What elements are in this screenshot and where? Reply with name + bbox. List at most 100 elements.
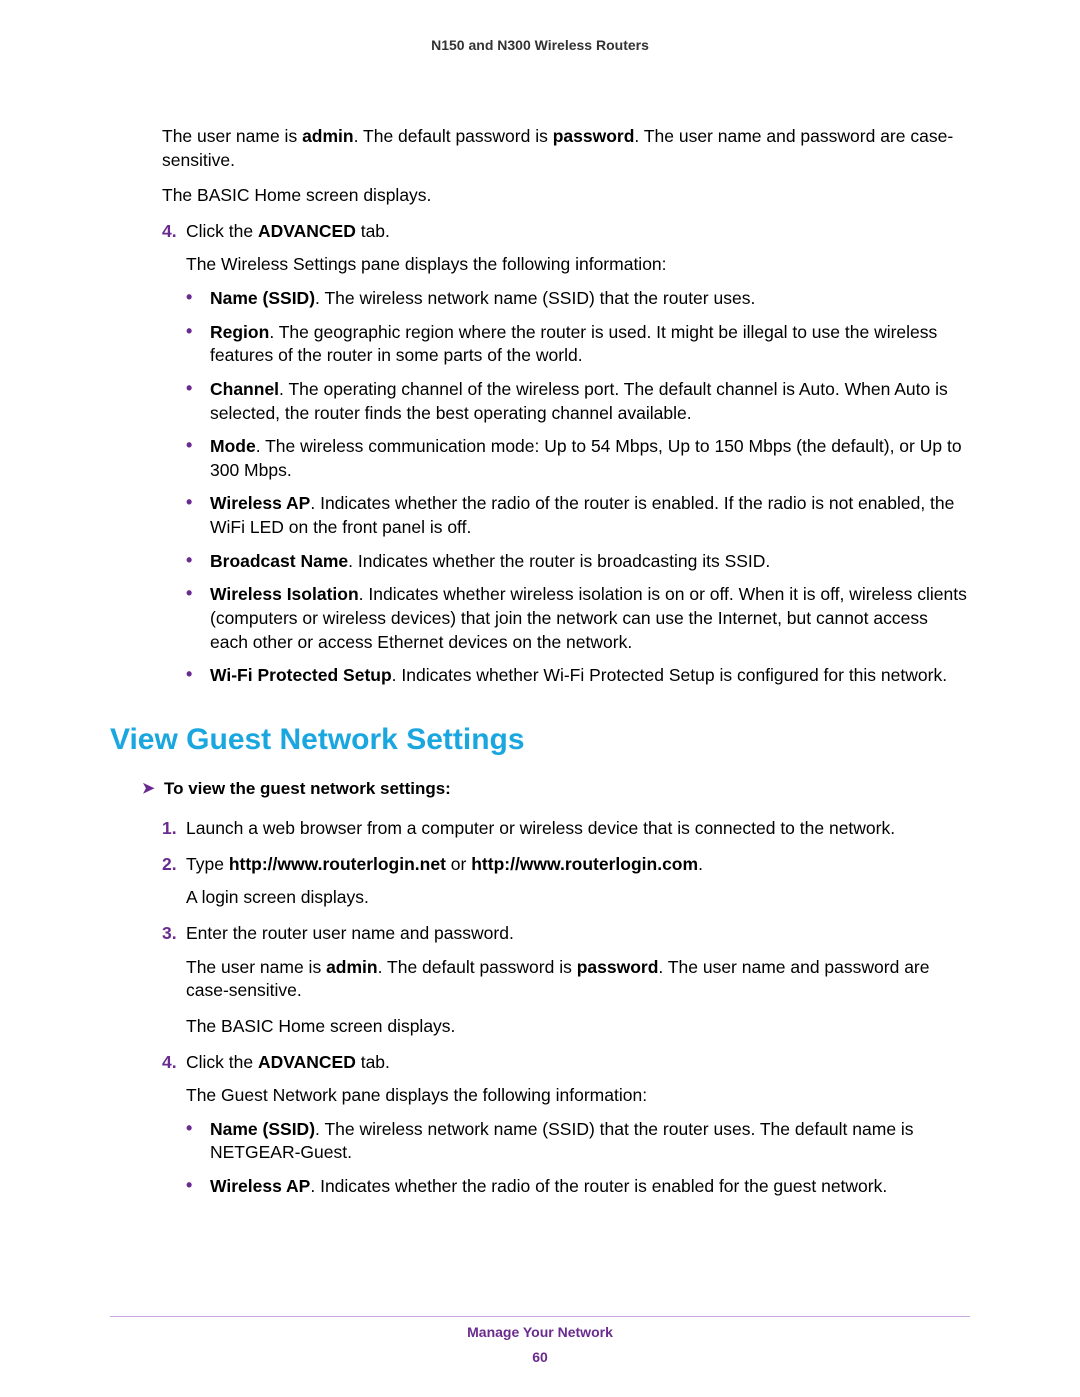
bullet-icon: • xyxy=(186,1175,210,1197)
footer-rule xyxy=(110,1316,970,1317)
credentials-note: The user name is admin. The default pass… xyxy=(162,125,970,172)
guest-network-list: •Name (SSID). The wireless network name … xyxy=(186,1118,970,1199)
text: . The default password is xyxy=(378,957,577,977)
bullet-icon: • xyxy=(186,435,210,457)
step-text: Enter the router user name and password. xyxy=(186,922,970,946)
bullet-icon: • xyxy=(186,550,210,572)
list-item: •Name (SSID). The wireless network name … xyxy=(186,1118,970,1165)
list-item-term: Name (SSID) xyxy=(210,1119,315,1139)
list-item-body: Broadcast Name. Indicates whether the ro… xyxy=(210,550,970,574)
footer-section-name: Manage Your Network xyxy=(0,1323,1080,1342)
bullet-icon: • xyxy=(186,1118,210,1140)
ordered-step-1b: 1. Launch a web browser from a computer … xyxy=(162,817,970,841)
text: Click the xyxy=(186,1052,258,1072)
list-item: •Wireless Isolation. Indicates whether w… xyxy=(186,583,970,654)
list-item-term: Wireless Isolation xyxy=(210,584,359,604)
text: The user name is xyxy=(162,126,302,146)
text: Type xyxy=(186,854,229,874)
url-literal: http://www.routerlogin.net xyxy=(229,854,446,874)
page-number: 60 xyxy=(0,1348,1080,1367)
list-item-text: . Indicates whether Wi-Fi Protected Setu… xyxy=(392,665,947,685)
bullet-icon: • xyxy=(186,321,210,343)
list-item: •Name (SSID). The wireless network name … xyxy=(186,287,970,311)
list-item-body: Wireless Isolation. Indicates whether wi… xyxy=(210,583,970,654)
step-followup: The Wireless Settings pane displays the … xyxy=(186,253,970,277)
list-item-body: Mode. The wireless communication mode: U… xyxy=(210,435,970,482)
list-item-text: . Indicates whether the router is broadc… xyxy=(348,551,770,571)
step-number: 3. xyxy=(162,922,186,946)
step-number: 2. xyxy=(162,853,186,877)
text: The user name is xyxy=(186,957,326,977)
step-text: Click the ADVANCED tab. xyxy=(186,220,970,244)
basic-home-note: The BASIC Home screen displays. xyxy=(186,1015,970,1039)
password-literal: password xyxy=(577,957,659,977)
step-text: Launch a web browser from a computer or … xyxy=(186,817,970,841)
page-body: The user name is admin. The default pass… xyxy=(162,125,970,1199)
bullet-icon: • xyxy=(186,287,210,309)
advanced-tab-literal: ADVANCED xyxy=(258,221,356,241)
list-item-text: . Indicates whether the radio of the rou… xyxy=(210,493,954,537)
list-item-text: . The operating channel of the wireless … xyxy=(210,379,948,423)
list-item-term: Mode xyxy=(210,436,256,456)
bullet-icon: • xyxy=(186,492,210,514)
wireless-settings-list: •Name (SSID). The wireless network name … xyxy=(186,287,970,688)
running-header: N150 and N300 Wireless Routers xyxy=(110,36,970,55)
ordered-step-4b: 4. Click the ADVANCED tab. The Guest Net… xyxy=(162,1051,970,1199)
list-item-term: Wireless AP xyxy=(210,493,310,513)
url-literal: http://www.routerlogin.com xyxy=(471,854,698,874)
page-footer: Manage Your Network 60 xyxy=(0,1323,1080,1367)
chevron-right-icon: ➤ xyxy=(142,778,164,799)
section-title-guest-network: View Guest Network Settings xyxy=(110,720,970,761)
step-number: 4. xyxy=(162,1051,186,1075)
list-item-body: Wireless AP. Indicates whether the radio… xyxy=(210,1175,970,1199)
list-item-term: Name (SSID) xyxy=(210,288,315,308)
bullet-icon: • xyxy=(186,664,210,686)
ordered-step-2b: 2. Type http://www.routerlogin.net or ht… xyxy=(162,853,970,910)
ordered-step-4: 4. Click the ADVANCED tab. The Wireless … xyxy=(162,220,970,688)
advanced-tab-literal: ADVANCED xyxy=(258,1052,356,1072)
list-item-body: Wireless AP. Indicates whether the radio… xyxy=(210,492,970,539)
step-followup: The Guest Network pane displays the foll… xyxy=(186,1084,970,1108)
text: tab. xyxy=(356,1052,390,1072)
bullet-icon: • xyxy=(186,583,210,605)
list-item: •Region. The geographic region where the… xyxy=(186,321,970,368)
step-followup: A login screen displays. xyxy=(186,886,970,910)
list-item-body: Region. The geographic region where the … xyxy=(210,321,970,368)
text: . xyxy=(698,854,703,874)
list-item-text: . The wireless network name (SSID) that … xyxy=(210,1119,914,1163)
text: Click the xyxy=(186,221,258,241)
list-item-body: Channel. The operating channel of the wi… xyxy=(210,378,970,425)
step-text: Click the ADVANCED tab. xyxy=(186,1051,970,1075)
page: N150 and N300 Wireless Routers The user … xyxy=(0,0,1080,1397)
task-heading: ➤ To view the guest network settings: xyxy=(142,778,970,801)
list-item: •Mode. The wireless communication mode: … xyxy=(186,435,970,482)
list-item: •Wireless AP. Indicates whether the radi… xyxy=(186,1175,970,1199)
list-item-body: Name (SSID). The wireless network name (… xyxy=(210,1118,970,1165)
list-item-text: . Indicates whether the radio of the rou… xyxy=(310,1176,887,1196)
bullet-icon: • xyxy=(186,378,210,400)
list-item-term: Broadcast Name xyxy=(210,551,348,571)
step-text: Type http://www.routerlogin.net or http:… xyxy=(186,853,970,877)
list-item-text: . The geographic region where the router… xyxy=(210,322,937,366)
list-item-term: Region xyxy=(210,322,269,342)
list-item: •Broadcast Name. Indicates whether the r… xyxy=(186,550,970,574)
ordered-step-3b: 3. Enter the router user name and passwo… xyxy=(162,922,970,1039)
step-number: 4. xyxy=(162,220,186,244)
admin-literal: admin xyxy=(326,957,378,977)
list-item-body: Name (SSID). The wireless network name (… xyxy=(210,287,970,311)
password-literal: password xyxy=(553,126,635,146)
list-item-term: Channel xyxy=(210,379,279,399)
list-item-term: Wi-Fi Protected Setup xyxy=(210,665,392,685)
list-item: •Channel. The operating channel of the w… xyxy=(186,378,970,425)
credentials-note: The user name is admin. The default pass… xyxy=(186,956,970,1003)
text: . The default password is xyxy=(354,126,553,146)
list-item: •Wireless AP. Indicates whether the radi… xyxy=(186,492,970,539)
list-item-term: Wireless AP xyxy=(210,1176,310,1196)
list-item-body: Wi-Fi Protected Setup. Indicates whether… xyxy=(210,664,970,688)
text: or xyxy=(446,854,471,874)
basic-home-note: The BASIC Home screen displays. xyxy=(162,184,970,208)
text: tab. xyxy=(356,221,390,241)
task-heading-text: To view the guest network settings: xyxy=(164,778,451,801)
list-item-text: . The wireless communication mode: Up to… xyxy=(210,436,962,480)
admin-literal: admin xyxy=(302,126,354,146)
